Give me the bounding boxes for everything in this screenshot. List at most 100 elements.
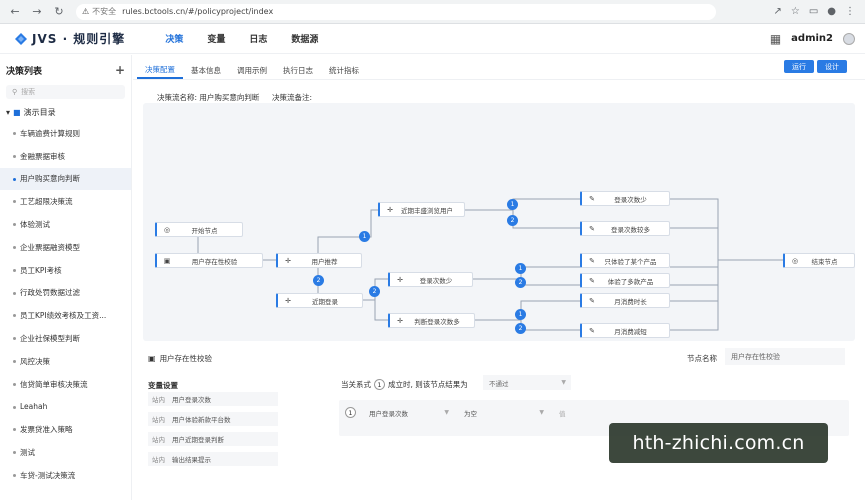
condition-suffix: 成立时, 则该节点结果为 bbox=[388, 380, 468, 389]
tab-0[interactable]: 决策配置 bbox=[137, 61, 183, 79]
folder-icon: ■ bbox=[13, 108, 21, 117]
sidebar-title: 决策列表 bbox=[6, 66, 43, 77]
variable-row[interactable]: 站内 输出结果提示 bbox=[148, 452, 278, 466]
nav-decision[interactable]: 决策 bbox=[153, 24, 195, 54]
nav-log[interactable]: 日志 bbox=[237, 24, 279, 54]
sidebar-group[interactable]: ▾ ■ 演示目录 bbox=[0, 103, 131, 122]
result-select[interactable]: 不通过 ▼ bbox=[483, 375, 571, 390]
flow-node-login-few[interactable]: ✎ 登录次数少 bbox=[580, 191, 670, 206]
sidebar-item[interactable]: Leahah bbox=[0, 396, 131, 419]
branch-badge[interactable]: 2 bbox=[369, 286, 380, 297]
branch-badge[interactable]: 2 bbox=[313, 275, 324, 286]
star-icon[interactable]: ☆ bbox=[791, 6, 800, 17]
sidebar-item[interactable]: 行政处罚数据过滤 bbox=[0, 282, 131, 305]
edit-icon: ✎ bbox=[589, 194, 595, 203]
variable-name: 输出结果提示 bbox=[172, 456, 211, 464]
tab-4[interactable]: 统计指标 bbox=[321, 61, 367, 79]
app-logo[interactable]: JVS · 规则引擎 bbox=[14, 30, 125, 47]
flow-node-judge-login[interactable]: ✛ 判断登录次数多 bbox=[388, 313, 475, 328]
flow-node-login-many[interactable]: ✎ 登录次数较多 bbox=[580, 221, 670, 236]
sidebar-item[interactable]: 企业社保模型判断 bbox=[0, 327, 131, 350]
share-icon[interactable]: ↗ bbox=[773, 6, 781, 17]
branch-badge[interactable]: 2 bbox=[515, 323, 526, 334]
reload-icon[interactable]: ↻ bbox=[52, 5, 66, 19]
flow-node-start[interactable]: ◎ 开始节点 bbox=[155, 222, 243, 237]
variable-row[interactable]: 站内 用户登录次数 bbox=[148, 392, 278, 406]
browser-toolbar: ← → ↻ ⚠ 不安全 rules.bctools.cn/#/policypro… bbox=[0, 0, 865, 24]
app-header: JVS · 规则引擎 决策 变量 日志 数据源 ▦ admin2 bbox=[0, 24, 865, 54]
flow-node-user-recommend[interactable]: ✛ 用户推荐 bbox=[276, 253, 362, 268]
tab-bar: 决策配置 基本信息 调用示例 执行日志 统计指标 bbox=[137, 61, 367, 79]
username[interactable]: admin2 bbox=[791, 33, 833, 44]
sidebar-item[interactable]: 员工KPI考核 bbox=[0, 259, 131, 282]
node-name-input[interactable]: 用户存在性校验 bbox=[725, 348, 845, 365]
flow-node-login-count[interactable]: ✛ 登录次数少 bbox=[388, 272, 473, 287]
sidebar-item[interactable]: 金融票据审核 bbox=[0, 145, 131, 168]
menu-icon[interactable]: ⋮ bbox=[845, 6, 855, 17]
sidebar-item[interactable]: 风控决策 bbox=[0, 350, 131, 373]
card-icon: ▣ bbox=[163, 256, 171, 265]
group-label: 演示目录 bbox=[23, 108, 56, 117]
sidebar-item[interactable]: 企业票据融资模型 bbox=[0, 236, 131, 259]
rule-number[interactable]: 1 bbox=[345, 407, 356, 418]
nav-datasource[interactable]: 数据源 bbox=[279, 24, 330, 54]
sidebar-item[interactable]: 车辆逾费计算规则 bbox=[0, 122, 131, 145]
condition-number[interactable]: 1 bbox=[374, 379, 385, 390]
forward-icon[interactable]: → bbox=[30, 5, 44, 19]
branch-badge[interactable]: 2 bbox=[515, 277, 526, 288]
flow-node-recent-login[interactable]: ✛ 近期登录 bbox=[276, 293, 363, 308]
branch-badge[interactable]: 1 bbox=[507, 199, 518, 210]
sidebar-item[interactable]: 发票贷准入策略 bbox=[0, 418, 131, 441]
flow-canvas[interactable]: ◎ 开始节点 ▣ 用户存在性校验 ✛ 用户推荐 ✛ 近期登录 ✛ 近期丰盛浏览用… bbox=[143, 103, 855, 341]
flow-node-monthly-short[interactable]: ✎ 月消费减短 bbox=[580, 323, 670, 338]
rule-value-input[interactable]: 值 bbox=[559, 406, 639, 419]
apps-grid-icon[interactable]: ▦ bbox=[770, 32, 781, 46]
sidebar-item[interactable]: 工艺超限决策流 bbox=[0, 190, 131, 213]
caret-down-icon: ▾ bbox=[6, 108, 11, 117]
variable-row[interactable]: 站内 用户体验新款平台数 bbox=[148, 412, 278, 426]
move-icon: ✛ bbox=[397, 316, 403, 325]
rule-operator-select[interactable]: 为空 ▼ bbox=[464, 406, 544, 419]
branch-badge[interactable]: 1 bbox=[515, 263, 526, 274]
address-bar[interactable]: ⚠ 不安全 rules.bctools.cn/#/policyproject/i… bbox=[76, 3, 716, 20]
flow-node-monthly-long[interactable]: ✎ 月消费时长 bbox=[580, 293, 670, 308]
rule-operator-value: 为空 bbox=[464, 409, 477, 418]
tab-1[interactable]: 基本信息 bbox=[183, 61, 229, 79]
sidebar-item[interactable]: 用户购买意向判断 bbox=[0, 167, 131, 191]
flow-node-view-multi[interactable]: ✎ 体验了多款产品 bbox=[580, 273, 670, 288]
variable-row[interactable]: 站内 用户近期登录判断 bbox=[148, 432, 278, 446]
profile-icon[interactable]: ● bbox=[827, 6, 836, 17]
flow-note: 决策流备注: bbox=[272, 93, 313, 102]
sidebar-item[interactable]: 体验测试 bbox=[0, 213, 131, 236]
flow-node-view-some[interactable]: ✎ 只体验了某个产品 bbox=[580, 253, 670, 268]
logo-text: JVS · 规则引擎 bbox=[32, 32, 126, 46]
add-icon[interactable]: + bbox=[115, 63, 125, 77]
variable-settings-title: 变量设置 bbox=[148, 381, 178, 390]
branch-badge[interactable]: 1 bbox=[359, 231, 370, 242]
search-icon: ⚲ bbox=[12, 88, 18, 96]
branch-badge[interactable]: 2 bbox=[507, 215, 518, 226]
nav-variable[interactable]: 变量 bbox=[195, 24, 237, 54]
run-button[interactable]: 运行 bbox=[784, 60, 814, 73]
avatar[interactable] bbox=[843, 32, 855, 45]
flow-node-end[interactable]: ◎ 结束节点 bbox=[783, 253, 855, 268]
search-input[interactable]: ⚲ 搜索 bbox=[6, 85, 125, 99]
back-icon[interactable]: ← bbox=[8, 5, 22, 19]
move-icon: ✛ bbox=[285, 256, 291, 265]
flow-node-recent-view[interactable]: ✛ 近期丰盛浏览用户 bbox=[378, 202, 465, 217]
sidebar-item[interactable]: 测试 bbox=[0, 441, 131, 464]
flow-node-user-check[interactable]: ▣ 用户存在性校验 bbox=[155, 253, 263, 268]
variable-tag: 站内 bbox=[152, 456, 165, 464]
design-button[interactable]: 设计 bbox=[817, 60, 847, 73]
branch-badge[interactable]: 1 bbox=[515, 309, 526, 320]
sidebar-item[interactable]: 车贷-测试决策流 bbox=[0, 464, 131, 487]
result-select-value: 不通过 bbox=[489, 379, 509, 388]
sidebar-item[interactable]: 信贷简单审核决策流 bbox=[0, 373, 131, 396]
flow-connectors bbox=[197, 198, 783, 331]
rule-field-select[interactable]: 用户登录次数 ▼ bbox=[369, 406, 449, 419]
move-icon: ✛ bbox=[285, 296, 291, 305]
tab-2[interactable]: 调用示例 bbox=[229, 61, 275, 79]
tab-3[interactable]: 执行日志 bbox=[275, 61, 321, 79]
window-icon[interactable]: ▭ bbox=[809, 6, 818, 17]
sidebar-item[interactable]: 员工KPI绩效考核及工资... bbox=[0, 304, 131, 327]
